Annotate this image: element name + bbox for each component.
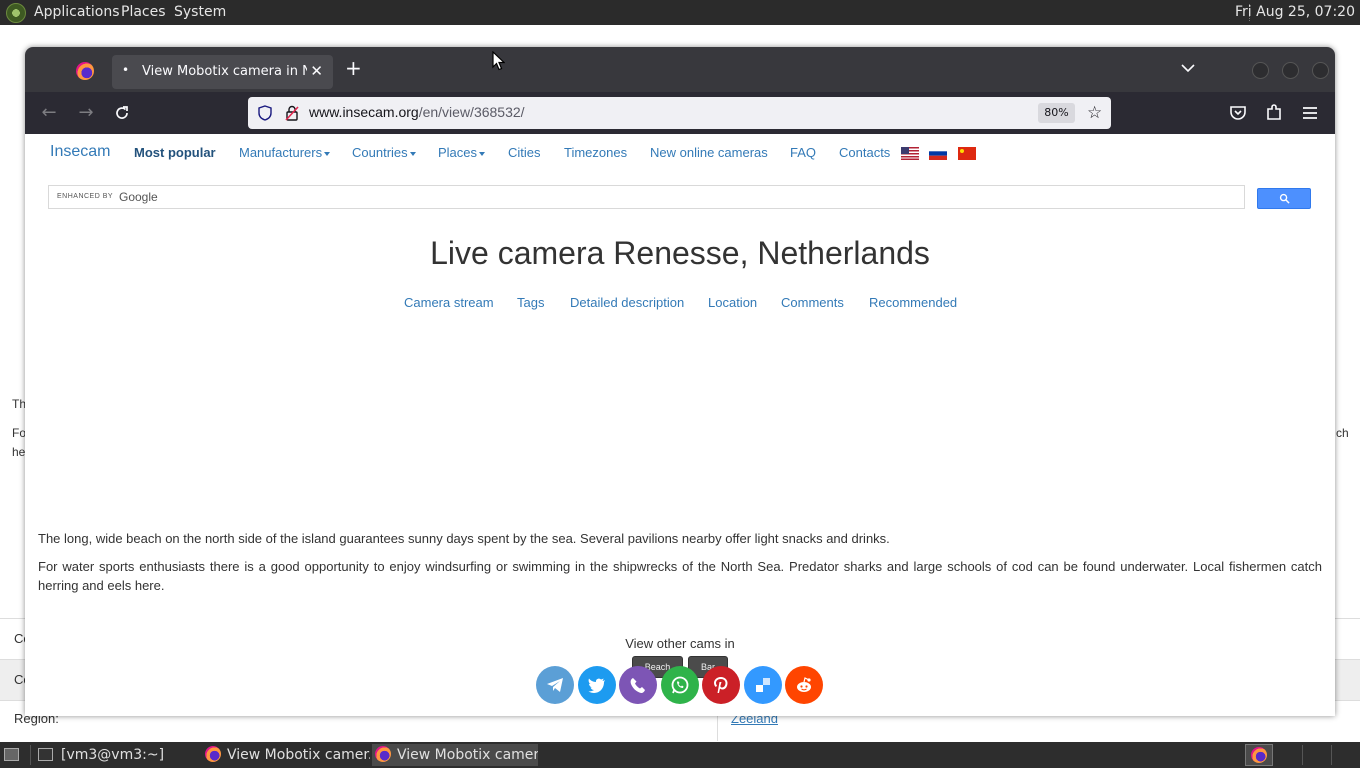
nav-contacts[interactable]: Contacts — [839, 145, 890, 160]
russia-flag-icon[interactable] — [929, 147, 947, 160]
nav-countries[interactable]: Countries — [352, 145, 416, 160]
insecure-lock-icon[interactable] — [285, 105, 299, 121]
bottom-taskbar: [vm3@vm3:~] View Mobotix camer... View M… — [0, 742, 1360, 768]
search-enhanced-label: ENHANCED BY — [57, 193, 114, 200]
description-paragraph: The long, wide beach on the north side o… — [38, 531, 890, 546]
desktop-icon — [4, 748, 19, 761]
extensions-puzzle-icon[interactable] — [1264, 103, 1284, 123]
nav-places[interactable]: Places — [438, 145, 486, 160]
site-brand[interactable]: Insecam — [50, 143, 110, 161]
taskbar-separator — [30, 745, 31, 765]
tab-title: View Mobotix camera in Netherlands — [142, 64, 307, 79]
search-button[interactable] — [1257, 188, 1311, 209]
tab-bar: • View Mobotix camera in Netherlands ✕ + — [25, 47, 1335, 92]
system-menu[interactable]: System — [174, 4, 226, 20]
back-arrow-icon[interactable]: ← — [40, 104, 58, 122]
show-desktop-button[interactable] — [2, 744, 22, 766]
taskbar-item-firefox[interactable]: View Mobotix camer... — [205, 744, 370, 766]
caret-down-icon — [479, 151, 486, 156]
nav-faq[interactable]: FAQ — [790, 145, 816, 160]
tab-active[interactable]: • View Mobotix camera in Netherlands ✕ — [112, 55, 333, 89]
viber-icon[interactable] — [619, 666, 657, 704]
taskbar-item-firefox-active[interactable]: View Mobotix camer... — [372, 744, 538, 766]
places-menu[interactable]: Places — [121, 4, 166, 20]
twitter-icon[interactable] — [578, 666, 616, 704]
nav-countries-label: Countries — [352, 145, 408, 160]
nav-cities[interactable]: Cities — [508, 145, 541, 160]
bookmark-star-icon[interactable]: ☆ — [1087, 103, 1102, 123]
panel-clock[interactable]: Fri Aug 25, 07:20 — [1235, 4, 1355, 20]
background-text-fragment: he — [12, 445, 26, 459]
caret-down-icon — [324, 151, 331, 156]
subnav-recommended[interactable]: Recommended — [869, 295, 957, 310]
google-search-input[interactable]: ENHANCED BY Google — [48, 185, 1245, 209]
terminal-icon — [38, 748, 53, 761]
top-panel: Applications Places System Fri Aug 25, 0… — [0, 0, 1360, 25]
background-text-fragment: ch — [1336, 426, 1349, 440]
firefox-icon — [1251, 747, 1267, 763]
new-tab-button[interactable]: + — [345, 58, 362, 78]
taskbar-item-label: [vm3@vm3:~] — [61, 747, 165, 763]
firefox-window: • View Mobotix camera in Netherlands ✕ +… — [25, 47, 1335, 716]
nav-places-label: Places — [438, 145, 478, 160]
applications-menu[interactable]: Applications — [34, 4, 120, 20]
forward-arrow-icon[interactable]: → — [77, 104, 95, 122]
subnav-camera-stream[interactable]: Camera stream — [404, 295, 494, 310]
distro-logo-icon[interactable] — [6, 3, 26, 23]
us-flag-icon[interactable] — [901, 147, 919, 160]
firefox-view-icon[interactable] — [76, 62, 94, 80]
mouse-pointer-icon — [492, 51, 505, 71]
loading-dot-icon: • — [122, 63, 130, 77]
minimize-button[interactable] — [1252, 62, 1269, 79]
taskbar-separator — [1331, 745, 1332, 765]
workspace-firefox-icon[interactable] — [1245, 744, 1273, 766]
firefox-icon — [375, 746, 391, 762]
subnav-location[interactable]: Location — [708, 295, 757, 310]
maximize-button[interactable] — [1282, 62, 1299, 79]
description-paragraph: For water sports enthusiasts there is a … — [38, 559, 1322, 593]
nav-new-online-cameras[interactable]: New online cameras — [650, 145, 768, 160]
subnav-tags[interactable]: Tags — [517, 295, 544, 310]
firefox-icon — [205, 746, 221, 762]
nav-manufacturers-label: Manufacturers — [239, 145, 323, 160]
search-icon — [1279, 193, 1290, 204]
page-title: Live camera Renesse, Netherlands — [430, 235, 930, 271]
pocket-icon[interactable] — [1228, 103, 1248, 123]
other-cams-label: View other cams in — [625, 636, 735, 651]
nav-most-popular[interactable]: Most popular — [134, 145, 216, 160]
reload-icon[interactable] — [113, 104, 131, 122]
taskbar-item-terminal[interactable]: [vm3@vm3:~] — [38, 744, 198, 766]
nav-manufacturers[interactable]: Manufacturers — [239, 145, 331, 160]
zoom-level-button[interactable]: 80% — [1038, 103, 1075, 123]
page-content: Insecam Most popular Manufacturers Count… — [25, 134, 1335, 716]
list-all-tabs-icon[interactable] — [1181, 61, 1195, 75]
tracking-shield-icon[interactable] — [258, 105, 272, 121]
background-text-fragment: Fo — [12, 426, 27, 440]
taskbar-item-label: View Mobotix camer... — [227, 747, 370, 763]
taskbar-separator — [1302, 745, 1303, 765]
url-domain: www.insecam.org — [309, 104, 419, 120]
close-window-button[interactable] — [1312, 62, 1329, 79]
subnav-detailed-description[interactable]: Detailed description — [570, 295, 684, 310]
search-google-label: Google — [119, 190, 158, 204]
pinterest-icon[interactable] — [702, 666, 740, 704]
caret-down-icon — [409, 151, 416, 156]
navigation-toolbar: ← → www.insecam.org/en/view/368532/ 80% … — [25, 92, 1335, 134]
url-path: /en/view/368532/ — [418, 104, 525, 120]
china-flag-icon[interactable] — [958, 147, 976, 160]
background-text-fragment: Th — [12, 397, 27, 411]
reddit-icon[interactable] — [785, 666, 823, 704]
url-text[interactable]: www.insecam.org/en/view/368532/ — [309, 104, 525, 120]
subnav-comments[interactable]: Comments — [781, 295, 844, 310]
whatsapp-icon[interactable] — [661, 666, 699, 704]
telegram-icon[interactable] — [536, 666, 574, 704]
tab-close-icon[interactable]: ✕ — [310, 62, 323, 80]
url-bar[interactable]: www.insecam.org/en/view/368532/ 80% ☆ — [248, 97, 1111, 129]
hamburger-menu-icon[interactable] — [1300, 103, 1320, 123]
taskbar-item-label: View Mobotix camer... — [397, 747, 538, 763]
delicious-icon[interactable] — [744, 666, 782, 704]
nav-timezones[interactable]: Timezones — [564, 145, 627, 160]
site-navbar: Insecam Most popular Manufacturers Count… — [25, 134, 1335, 172]
